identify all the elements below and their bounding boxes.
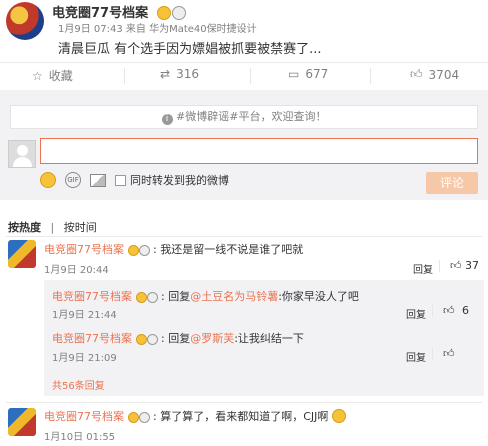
star-icon: ☆	[32, 68, 43, 83]
comment-input[interactable]	[40, 138, 478, 164]
comment-time: 1月10日 01:55	[44, 432, 116, 443]
reply-text: :你家早没人了吧	[278, 290, 359, 303]
post-author-name[interactable]: 电竞圈77号档案	[52, 6, 148, 21]
post-device[interactable]: 华为Mate40保时捷设计	[149, 24, 257, 35]
gif-icon[interactable]: GIF	[65, 172, 81, 188]
author-badge-icon	[135, 332, 158, 345]
image-icon[interactable]	[90, 173, 106, 187]
emoji-icon	[331, 409, 346, 423]
reply-reply-button[interactable]: 回复	[406, 349, 426, 364]
thumbs-up-icon: 👍︎	[443, 304, 455, 317]
debunk-notice: i #微博辟谣#平台，欢迎查询！	[10, 105, 478, 129]
reply-like-button[interactable]: 👍︎	[443, 347, 455, 360]
comment: 电竞圈77号档案 : 算了算了，看来都知道了啊，CJJ啊	[44, 408, 346, 424]
comment-author-name[interactable]: 电竞圈77号档案	[44, 243, 124, 256]
sync-repost-checkbox[interactable]	[115, 174, 126, 186]
repost-icon: ⇄	[160, 67, 171, 81]
comment-time: 1月9日 20:44	[44, 265, 109, 276]
comment-icon: ▭	[288, 67, 300, 81]
repost-button[interactable]: ⇄ 316	[160, 67, 199, 81]
reply-text: :让我纠结一下	[234, 332, 304, 345]
comment-like-button[interactable]: 👍︎ 37	[450, 259, 479, 272]
user-avatar	[8, 140, 36, 168]
reply-time: 1月9日 21:09	[52, 353, 117, 364]
reply-time: 1月9日 21:44	[52, 310, 117, 321]
thumbs-up-icon: 👍︎	[410, 67, 423, 81]
thumbs-up-icon: 👍︎	[443, 347, 455, 360]
comment-author-avatar[interactable]	[8, 408, 36, 436]
reply-item: 电竞圈77号档案 : 回复@罗斯芙:让我纠结一下	[52, 332, 304, 345]
reply-author-name[interactable]: 电竞圈77号档案	[52, 332, 132, 345]
comment-text: 算了算了，看来都知道了啊，CJJ啊	[160, 410, 329, 423]
emoji-icon[interactable]	[40, 172, 56, 188]
like-button[interactable]: 👍︎ 3704	[410, 67, 459, 82]
thumbs-up-icon: 👍︎	[450, 259, 462, 272]
post-time[interactable]: 1月9日 07:43 来自	[58, 24, 146, 35]
comment-button[interactable]: ▭ 677	[288, 67, 328, 81]
post-author-avatar[interactable]	[6, 2, 44, 40]
author-badge-icon	[135, 290, 158, 303]
comment-text: 我还是留一线不说是谁了吧就	[160, 243, 304, 256]
more-replies-link[interactable]: 共56条回复	[52, 377, 105, 392]
tab-sort-time[interactable]: 按时间	[64, 221, 97, 234]
comment-author-name[interactable]: 电竞圈77号档案	[44, 410, 124, 423]
mention-link[interactable]: @土豆名为马铃薯	[190, 290, 278, 303]
collect-button[interactable]: ☆ 收藏	[32, 67, 73, 84]
post-text: 清晨巨瓜 有个选手因为嫖娼被抓要被禁赛了...	[58, 42, 322, 57]
tab-sort-hot[interactable]: 按热度	[8, 221, 41, 234]
comment: 电竞圈77号档案 : 我还是留一线不说是谁了吧就	[44, 243, 304, 256]
info-icon: i	[161, 114, 173, 125]
submit-comment-button[interactable]: 评论	[426, 172, 478, 194]
reply-like-button[interactable]: 👍︎ 6	[443, 304, 469, 317]
reply-author-name[interactable]: 电竞圈77号档案	[52, 290, 132, 303]
comment-author-avatar[interactable]	[8, 240, 36, 268]
reply-item: 电竞圈77号档案 : 回复@土豆名为马铃薯:你家早没人了吧	[52, 290, 359, 303]
reply-list: 电竞圈77号档案 : 回复@土豆名为马铃薯:你家早没人了吧 1月9日 21:44…	[44, 280, 484, 396]
author-badge-icon	[127, 410, 150, 423]
comment-reply-button[interactable]: 回复	[413, 261, 433, 276]
mention-link[interactable]: @罗斯芙	[190, 332, 234, 345]
reply-reply-button[interactable]: 回复	[406, 306, 426, 321]
author-badge-icon	[127, 243, 150, 256]
sync-repost-label: 同时转发到我的微博	[130, 174, 229, 187]
author-badge-icon	[156, 6, 186, 21]
